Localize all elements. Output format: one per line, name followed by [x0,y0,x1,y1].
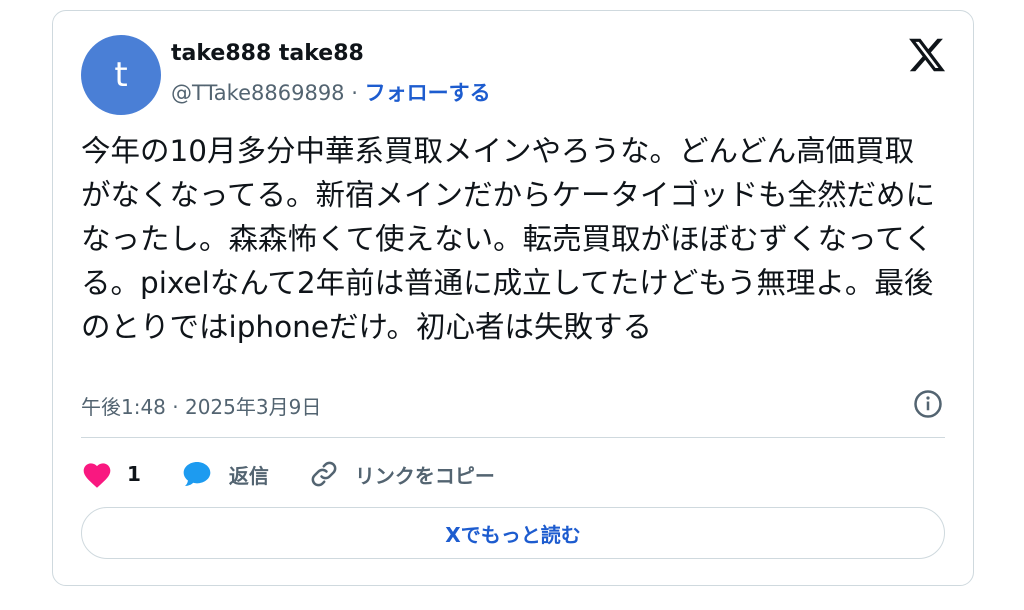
read-more-on-x-button[interactable]: Xでもっと読む [81,507,945,559]
author-handle-row: @TTake8869898 · フォローする [171,77,491,107]
tweet-timestamp[interactable]: 午後1:48 · 2025年3月9日 [81,391,321,420]
heart-icon [83,463,111,488]
read-more-label: Xでもっと読む [445,522,581,547]
tweet-actions: 1 返信 リンクをコピー [81,457,495,491]
reply-label: 返信 [228,463,269,488]
copy-link-button[interactable]: リンクをコピー [309,459,495,489]
tweet-text: 今年の10月多分中華系買取メインやろうな。どんどん高価買取がなくなってる。新宿メ… [81,134,936,344]
like-count: 1 [127,462,141,486]
follow-button[interactable]: フォローする [365,81,491,105]
link-icon [311,461,337,487]
embedded-tweet-card[interactable]: t take888 take88 @TTake8869898 · フォローする … [52,10,974,586]
avatar[interactable]: t [81,35,161,115]
x-logo-icon[interactable] [907,35,947,75]
author-display-name[interactable]: take888 take88 [171,41,364,66]
reply-button[interactable]: 返信 [181,458,269,490]
copy-link-label: リンクをコピー [354,463,495,488]
avatar-letter: t [114,55,128,95]
separator: · [344,81,365,105]
info-icon[interactable] [913,389,943,419]
reply-bubble-icon [183,462,211,486]
like-button[interactable]: 1 [81,459,141,489]
divider [81,437,945,438]
author-handle[interactable]: @TTake8869898 [171,81,345,105]
